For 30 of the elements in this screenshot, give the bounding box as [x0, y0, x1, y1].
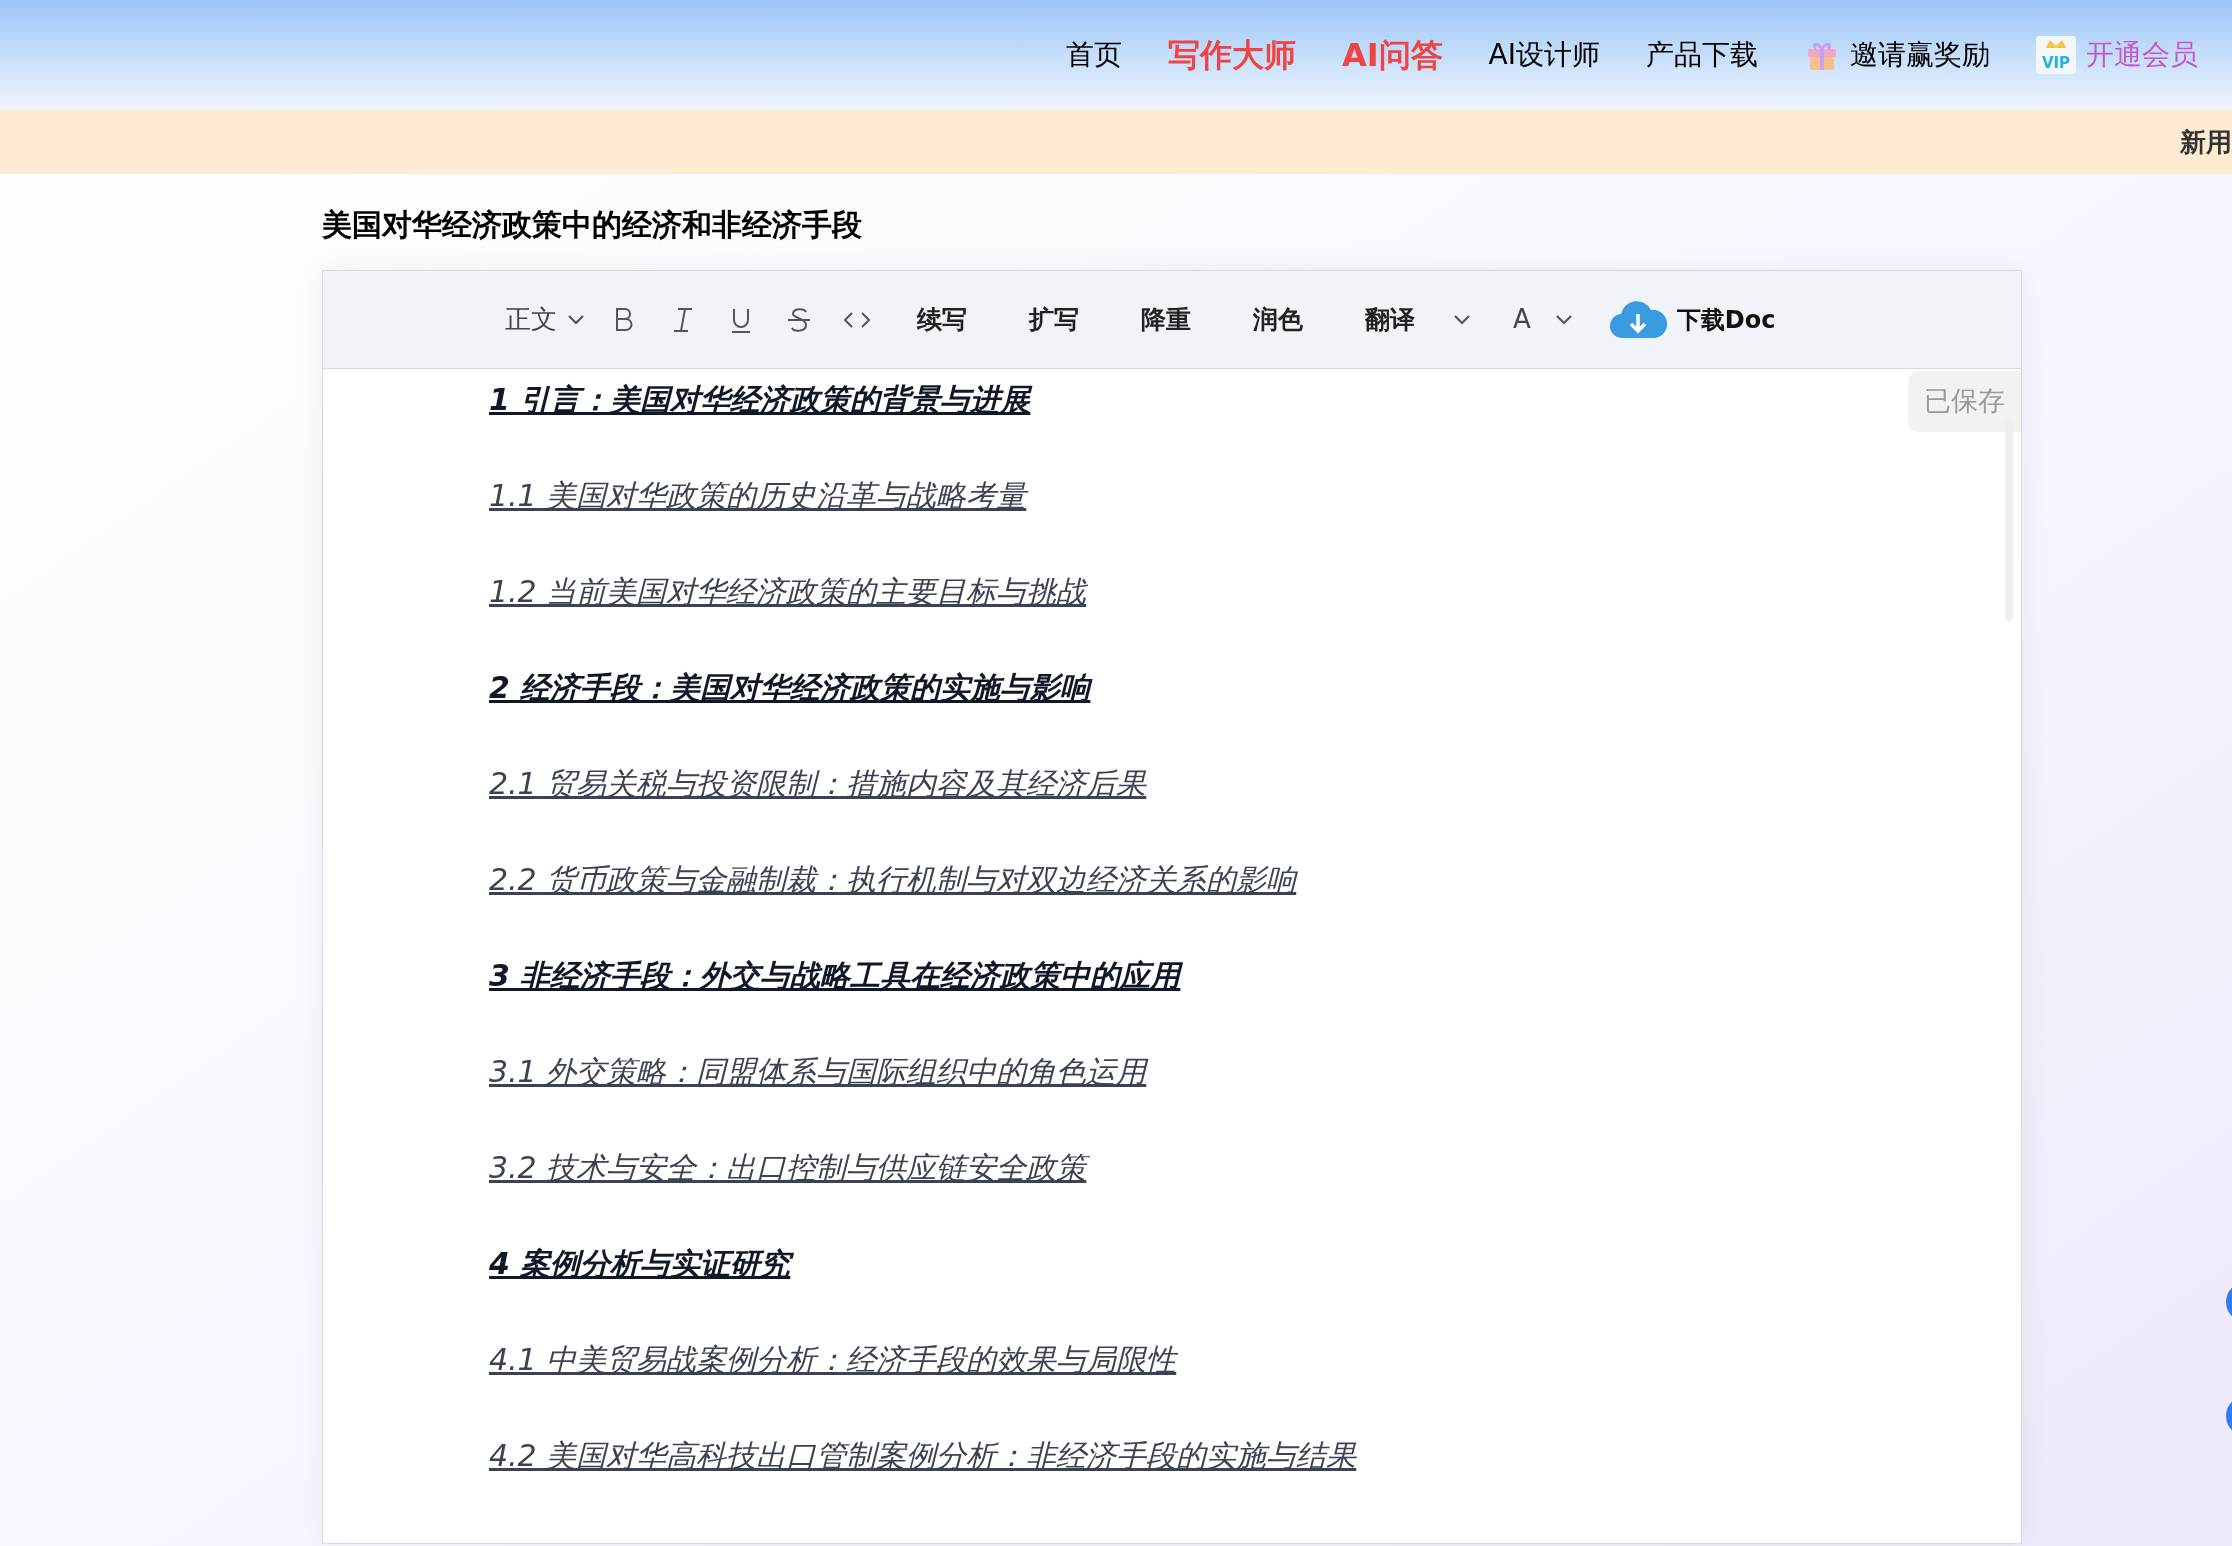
- chevron-down-icon: [567, 313, 585, 326]
- toolbar-action[interactable]: 续写: [891, 294, 993, 345]
- save-status: 已保存: [1908, 371, 2021, 432]
- chevron-down-icon: [1453, 313, 1471, 326]
- outline-subheading[interactable]: 1.2 当前美国对华经济政策的主要目标与挑战: [489, 569, 1087, 614]
- vip-crown-icon: VIP: [2036, 36, 2076, 74]
- notice-text: 新用: [2180, 125, 2232, 159]
- outline-subheading[interactable]: 2.1 贸易关税与投资限制：措施内容及其经济后果: [489, 761, 1147, 806]
- download-button[interactable]: 下载Doc: [1608, 294, 1776, 345]
- style-dropdown[interactable]: 正文: [499, 294, 591, 345]
- nav-link[interactable]: 首页: [1065, 34, 1122, 76]
- outline-heading[interactable]: 2 经济手段：美国对华经济政策的实施与影响: [489, 665, 1091, 710]
- toolbar-action[interactable]: 降重: [1115, 294, 1217, 345]
- outline-subheading[interactable]: 1.1 美国对华政策的历史沿革与战略考量: [489, 473, 1027, 518]
- outline-heading[interactable]: 3 非经济手段：外交与战略工具在经济政策中的应用: [489, 953, 1181, 998]
- font-dropdown[interactable]: A: [1487, 294, 1599, 345]
- outline-subheading[interactable]: 4.1 中美贸易战案例分析：经济手段的效果与局限性: [489, 1337, 1177, 1382]
- outline-subheading[interactable]: 3.1 外交策略：同盟体系与国际组织中的角色运用: [489, 1049, 1147, 1094]
- toolbar-action[interactable]: 扩写: [1003, 294, 1105, 345]
- nav-link[interactable]: 产品下载: [1646, 34, 1758, 76]
- nav-link[interactable]: 邀请赢奖励: [1804, 34, 1990, 76]
- nav-link[interactable]: AI设计师: [1488, 34, 1600, 76]
- document-title: 美国对华经济政策中的经济和非经济手段: [322, 205, 863, 244]
- outline-subheading[interactable]: 2.2 货币政策与金融制裁：执行机制与对双边经济关系的影响: [489, 857, 1297, 902]
- translate-dropdown[interactable]: 翻译: [1339, 294, 1477, 345]
- outline-heading[interactable]: 1 引言：美国对华经济政策的背景与进展: [489, 377, 1031, 422]
- chevron-down-icon: [1554, 313, 1573, 326]
- toolbar-action[interactable]: 润色: [1227, 294, 1329, 345]
- cloud-download-icon: [1608, 299, 1667, 340]
- outline-subheading[interactable]: 4.2 美国对华高科技出口管制案例分析：非经济手段的实施与结果: [489, 1433, 1357, 1478]
